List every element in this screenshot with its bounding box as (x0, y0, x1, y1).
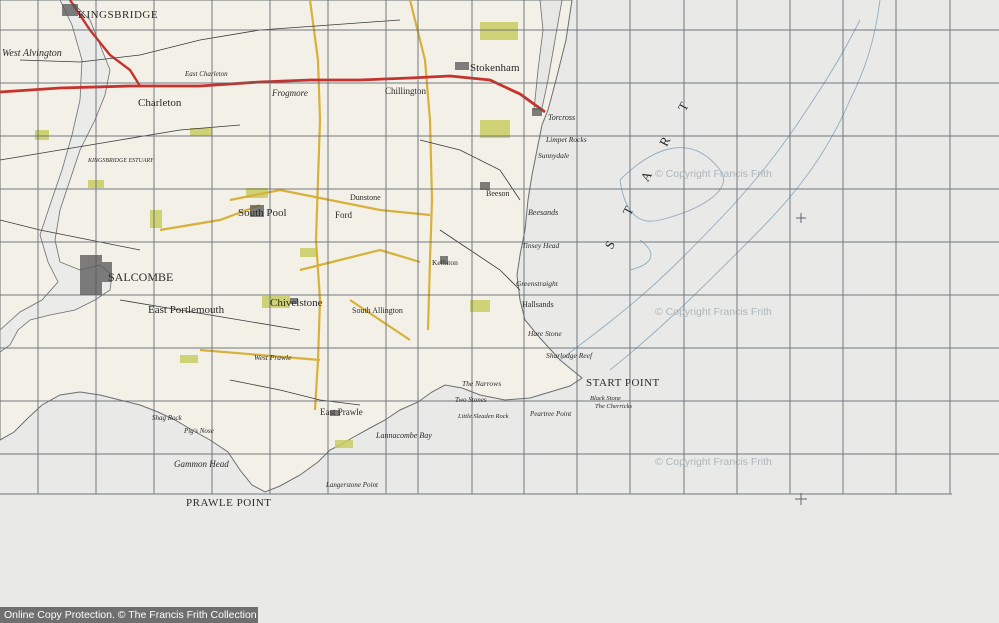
label-east-prawle: East Prawle (320, 407, 363, 417)
label-east-portlemouth: East Portlemouth (148, 304, 225, 316)
label-west-alvington: West Alvington (2, 48, 62, 59)
label-lannacombe-bay: Lannacombe Bay (375, 431, 432, 440)
label-beesands: Beesands (528, 208, 558, 217)
label-the-cherricks: The Cherricks (595, 403, 632, 410)
label-tinsey-head: Tinsey Head (522, 241, 560, 250)
label-beeson: Beeson (486, 189, 510, 198)
label-limpet-rocks: Limpet Rocks (545, 135, 587, 144)
label-torcross: Torcross (548, 113, 575, 122)
label-east-charleton: East Charleton (184, 70, 228, 78)
label-gammon-head: Gammon Head (174, 459, 229, 469)
label-langerstone-point: Langerstone Point (325, 481, 379, 489)
label-peartree-point: Peartree Point (529, 410, 572, 418)
label-shag-rock: Shag Rock (152, 414, 183, 422)
watermark-1: © Copyright Francis Frith (655, 168, 772, 180)
label-kingsbridge-estuary: KINGSBRIDGE ESTUARY (87, 158, 154, 164)
label-charleton: Charleton (138, 97, 182, 109)
label-sharlodge-reef: Sharlodge Reef (546, 351, 593, 360)
label-kingsbridge: KINGSBRIDGE (78, 9, 158, 21)
label-sunnydale: Sunnydale (538, 151, 570, 160)
label-ford: Ford (335, 210, 353, 220)
watermark-2: © Copyright Francis Frith (655, 306, 772, 318)
label-west-prawle: West Prawle (254, 353, 292, 362)
label-black-stone: Black Stone (590, 395, 621, 402)
label-south-allington: South Allington (352, 306, 403, 315)
label-salcombe: SALCOMBE (108, 270, 173, 284)
watermark-3: © Copyright Francis Frith (655, 456, 772, 468)
label-two-stones: Two Stones (455, 396, 487, 404)
label-dunstone: Dunstone (350, 193, 381, 202)
label-start-point: START POINT (586, 377, 660, 389)
label-hallsands: Hallsands (522, 300, 554, 309)
label-frogmore: Frogmore (271, 88, 308, 98)
label-sleaden-rock: Little Sleaden Rock (457, 413, 509, 420)
label-chivelstone: Chivelstone (270, 297, 323, 309)
label-hare-stone: Hare Stone (527, 329, 562, 338)
label-greenstraight: Greenstraight (516, 279, 559, 288)
label-stokenham: Stokenham (470, 62, 520, 74)
label-prawle-point: PRAWLE POINT (186, 497, 271, 509)
copyright-footer: Online Copy Protection. © The Francis Fr… (0, 607, 258, 623)
label-south-pool: South Pool (238, 207, 287, 219)
label-the-narrows: The Narrows (462, 379, 501, 388)
ordnance-survey-map: © Copyright Francis Frith © Copyright Fr… (0, 0, 999, 623)
label-pigs-nose: Pig's Nose (183, 427, 214, 435)
label-kellaton: Kellaton (432, 258, 458, 267)
label-chillington: Chillington (385, 86, 427, 96)
